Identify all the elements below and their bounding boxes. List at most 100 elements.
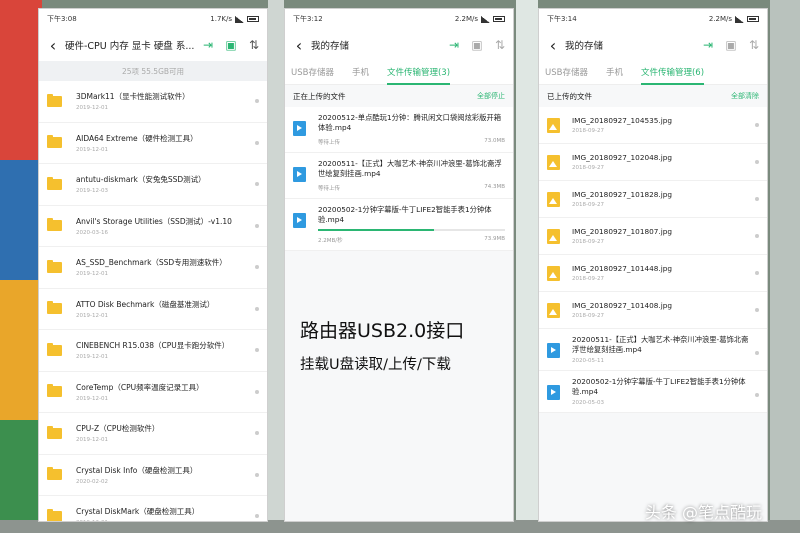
file-date: 2019-12-01	[76, 312, 108, 319]
back-icon[interactable]: ‹	[45, 36, 61, 55]
file-name: 20200512-单点酷玩1分钟：腾讯闲文口袋阅炫彩版开箱体验.mp4	[318, 113, 502, 132]
app-header: ‹ 硬件-CPU 内存 显卡 硬盘 系... ⇥ ▣ ⇅	[39, 29, 267, 61]
more-icon[interactable]	[255, 348, 259, 353]
list-item[interactable]: AIDA64 Extreme（硬件检测工具） 2019-12-01	[39, 123, 267, 164]
network-speed: 2.2M/s	[454, 15, 478, 23]
more-icon[interactable]	[755, 393, 759, 397]
list-item[interactable]: AS_SSD_Benchmark（SSD专用测速软件） 2019-12-01	[39, 247, 267, 289]
file-meta: IMG_20180927_102048.jpg 2018-09-27	[572, 153, 755, 171]
tab-usb-storage[interactable]: USB存储器	[545, 66, 588, 84]
more-icon[interactable]	[755, 271, 759, 275]
tab-transfer-manager[interactable]: 文件传输管理(3)	[386, 66, 451, 85]
upload-list: 20200512-单点酷玩1分钟：腾讯闲文口袋阅炫彩版开箱体验.mp4 等待上传 7…	[285, 107, 513, 251]
video-file-icon	[293, 213, 306, 228]
stop-all-button[interactable]: 全部停止	[477, 91, 505, 101]
sort-icon[interactable]: ⇅	[247, 38, 261, 52]
folder-icon	[47, 218, 62, 232]
more-icon[interactable]	[255, 514, 259, 519]
list-item[interactable]: 20200502-1分钟字幕版-牛丁LIFE2智能手表1分钟体验.mp4 2020…	[539, 371, 767, 413]
file-date: 2018-09-27	[572, 202, 604, 208]
list-item[interactable]: 20200512-单点酷玩1分钟：腾讯闲文口袋阅炫彩版开箱体验.mp4 等待上传 7…	[285, 107, 513, 153]
sort-icon[interactable]: ⇅	[493, 38, 507, 52]
file-date: 2020-05-03	[572, 400, 604, 406]
list-item[interactable]: antutu-diskmark（安兔兔SSD测试） 2019-12-03	[39, 164, 267, 206]
file-name: Crystal Disk Info（硬盘检测工具）	[76, 465, 198, 475]
file-name: antutu-diskmark（安兔兔SSD测试）	[76, 175, 206, 185]
list-item[interactable]: 20200502-1分钟字幕版-牛丁LIFE2智能手表1分钟体验.mp4 2.2M…	[285, 199, 513, 251]
tab-transfer-manager[interactable]: 文件传输管理(6)	[640, 66, 705, 85]
caption-title: 路由器USB2.0接口	[300, 320, 465, 342]
file-name: IMG_20180927_101408.jpg	[572, 301, 673, 310]
file-name: 20200502-1分钟字幕版-牛丁LIFE2智能手表1分钟体验.mp4	[572, 377, 746, 396]
file-name: IMG_20180927_101807.jpg	[572, 227, 673, 236]
more-icon[interactable]	[255, 140, 259, 145]
new-folder-icon[interactable]: ▣	[470, 38, 484, 52]
file-name: AIDA64 Extreme（硬件检测工具）	[76, 133, 198, 143]
list-item[interactable]: Crystal DiskMark（硬盘检测工具） 2019-12-01	[39, 496, 267, 521]
more-icon[interactable]	[755, 234, 759, 238]
list-item[interactable]: IMG_20180927_102048.jpg 2018-09-27	[539, 144, 767, 181]
more-icon[interactable]	[255, 182, 259, 187]
file-list: 3DMark11（显卡性能测试软件） 2019-12-01 AIDA64 Extre…	[39, 81, 267, 521]
file-meta: AS_SSD_Benchmark（SSD专用测速软件） 2019-12-01	[76, 257, 255, 277]
folder-icon	[47, 425, 62, 439]
more-icon[interactable]	[755, 123, 759, 127]
more-icon[interactable]	[255, 99, 259, 104]
phone-screen-uploaded: 下午3:14 2.2M/s ‹ 我的存储 ⇥ ▣ ⇅ USB存储器 手机 文件传…	[538, 8, 768, 522]
upload-status-line: 等待上传 73.0MB	[318, 138, 505, 146]
image-file-icon	[547, 302, 560, 318]
more-icon[interactable]	[755, 351, 759, 355]
new-folder-icon[interactable]: ▣	[224, 38, 238, 52]
list-item[interactable]: IMG_20180927_101448.jpg 2018-09-27	[539, 255, 767, 292]
folder-icon	[47, 259, 62, 273]
status-bar: 下午3:14 2.2M/s	[539, 9, 767, 29]
list-item[interactable]: ATTO Disk Bechmark（磁盘基准测试） 2019-12-01	[39, 289, 267, 330]
list-item[interactable]: CPU-Z（CPU检测软件） 2019-12-01	[39, 413, 267, 455]
more-icon[interactable]	[255, 472, 259, 477]
list-item[interactable]: CINEBENCH R15.038（CPU显卡跑分软件） 2019-12-01	[39, 330, 267, 372]
list-item[interactable]: Anvil's Storage Utilities（SSD测试）-v1.10 20…	[39, 206, 267, 247]
list-item[interactable]: 20200511-【正式】大咖艺术-神奈川冲浪里-葛饰北斋浮世绘复刻挂画.mp4…	[285, 153, 513, 199]
upload-status: 2.2MB/秒	[318, 238, 343, 244]
back-icon[interactable]: ‹	[291, 36, 307, 55]
watermark: 头条 @笔点酷玩	[644, 503, 762, 522]
more-icon[interactable]	[255, 223, 259, 228]
section-header: 正在上传的文件 全部停止	[285, 85, 513, 107]
more-icon[interactable]	[255, 265, 259, 270]
tab-phone[interactable]: 手机	[606, 66, 623, 84]
tab-phone[interactable]: 手机	[352, 66, 369, 84]
file-date: 2018-09-27	[572, 276, 604, 282]
more-icon[interactable]	[755, 197, 759, 201]
new-folder-icon[interactable]: ▣	[724, 38, 738, 52]
file-name: 20200502-1分钟字幕版-牛丁LIFE2智能手表1分钟体验.mp4	[318, 205, 492, 224]
file-meta: IMG_20180927_101448.jpg 2018-09-27	[572, 264, 755, 282]
phone-screen-uploading: 下午3:12 2.2M/s ‹ 我的存储 ⇥ ▣ ⇅ USB存储器 手机 文件传…	[284, 8, 514, 522]
more-icon[interactable]	[255, 306, 259, 311]
back-icon[interactable]: ‹	[545, 36, 561, 55]
list-item[interactable]: CoreTemp（CPU频率温度记录工具） 2019-12-01	[39, 372, 267, 413]
list-item[interactable]: IMG_20180927_101408.jpg 2018-09-27	[539, 292, 767, 329]
list-item[interactable]: 20200511-【正式】大咖艺术-神奈川冲浪里-葛饰北斋浮世绘复刻挂画.mp4…	[539, 329, 767, 371]
list-item[interactable]: IMG_20180927_104535.jpg 2018-09-27	[539, 107, 767, 144]
file-name: 3DMark11（显卡性能测试软件）	[76, 92, 190, 102]
more-icon[interactable]	[255, 389, 259, 394]
upload-icon[interactable]: ⇥	[201, 38, 215, 52]
list-item[interactable]: IMG_20180927_101807.jpg 2018-09-27	[539, 218, 767, 255]
more-icon[interactable]	[755, 160, 759, 164]
file-name: 20200511-【正式】大咖艺术-神奈川冲浪里-葛饰北斋浮世绘复刻挂画.mp4	[572, 335, 749, 354]
list-item[interactable]: IMG_20180927_101828.jpg 2018-09-27	[539, 181, 767, 218]
more-icon[interactable]	[755, 308, 759, 312]
upload-icon[interactable]: ⇥	[701, 38, 715, 52]
list-item[interactable]: Crystal Disk Info（硬盘检测工具） 2020-02-02	[39, 455, 267, 496]
upload-icon[interactable]: ⇥	[447, 38, 461, 52]
more-icon[interactable]	[255, 431, 259, 436]
image-file-icon	[547, 191, 560, 207]
sort-icon[interactable]: ⇅	[747, 38, 761, 52]
list-item[interactable]: 3DMark11（显卡性能测试软件） 2019-12-01	[39, 81, 267, 123]
file-name: 20200511-【正式】大咖艺术-神奈川冲浪里-葛饰北斋浮世绘复刻挂画.mp4	[318, 159, 502, 178]
video-file-icon	[293, 167, 306, 182]
tab-usb-storage[interactable]: USB存储器	[291, 66, 334, 84]
signal-icon	[735, 15, 744, 23]
folder-icon	[47, 135, 62, 149]
clear-all-button[interactable]: 全部清除	[731, 91, 759, 101]
